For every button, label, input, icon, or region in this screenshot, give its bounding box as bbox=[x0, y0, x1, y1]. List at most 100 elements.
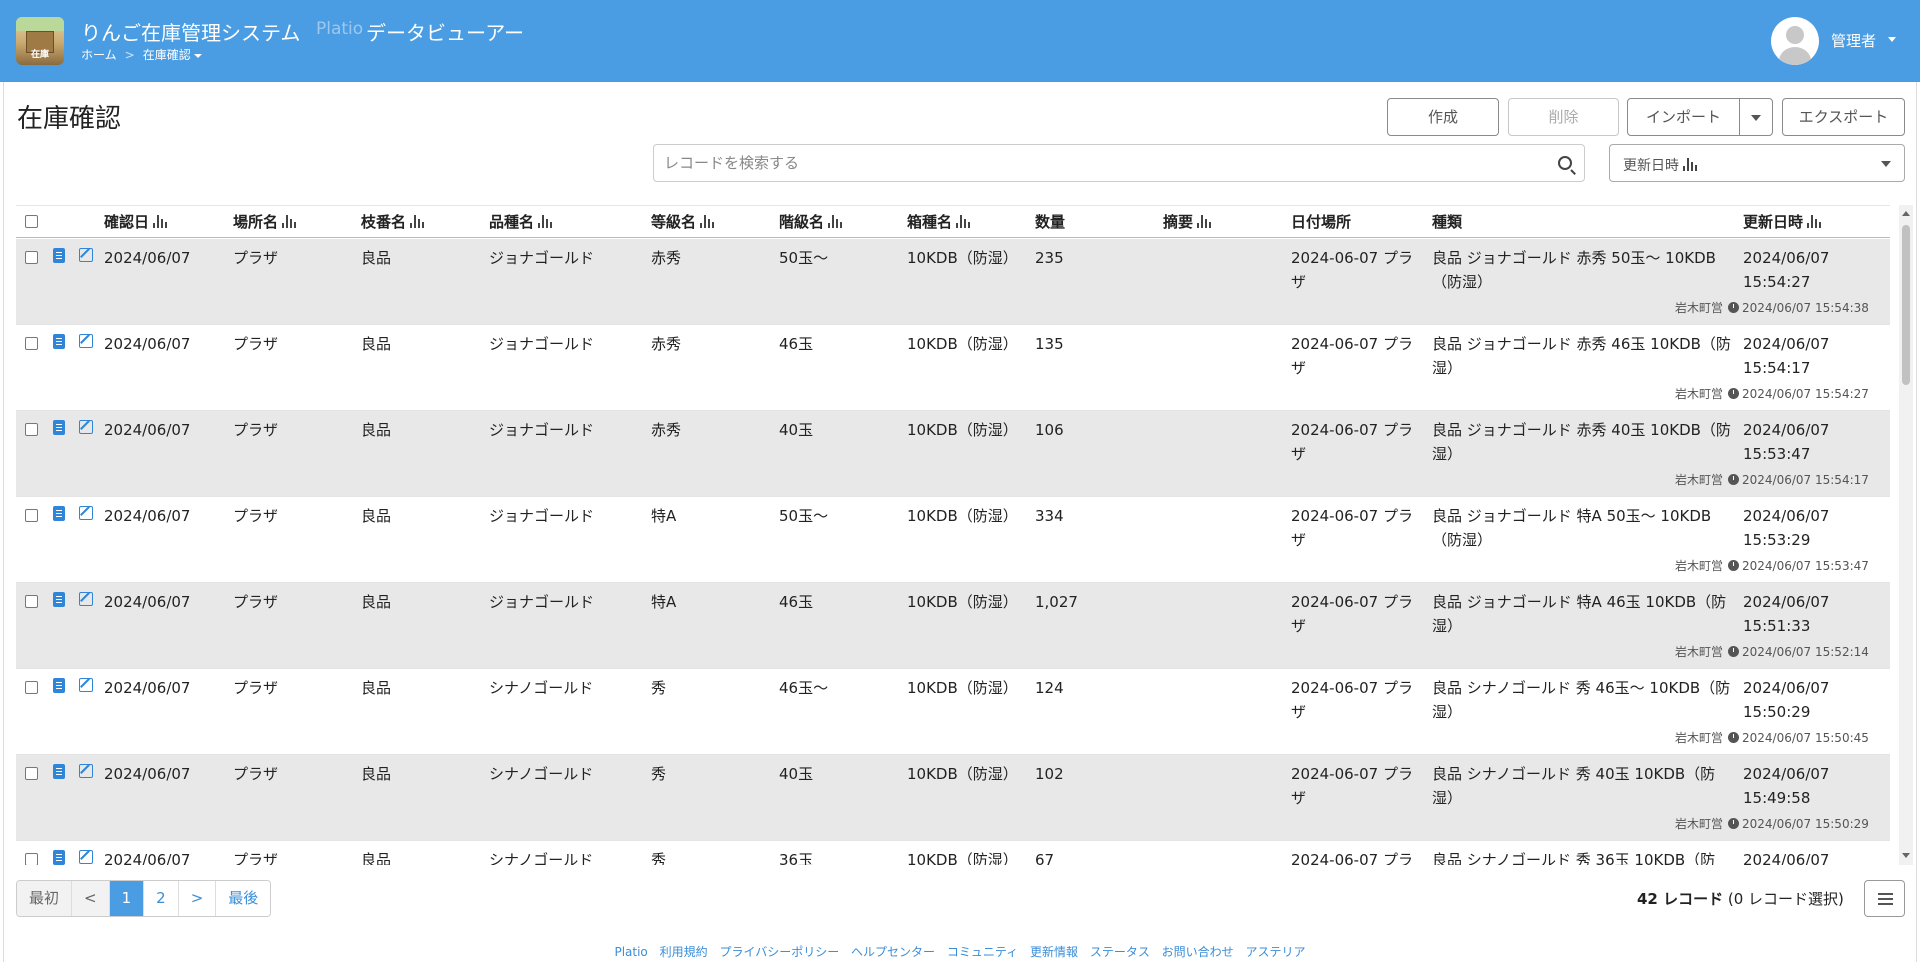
cell-kind: 良品 シナノゴールド 秀 36玉 10KDB（防湿） bbox=[1432, 851, 1716, 865]
row-checkbox[interactable] bbox=[25, 423, 38, 436]
cell-variety: シナノゴールド bbox=[489, 765, 594, 783]
avatar[interactable] bbox=[1771, 17, 1819, 65]
edit-icon[interactable] bbox=[79, 764, 93, 778]
table-row[interactable]: 2024/06/07 プラザ 良品 ジョナゴールド 赤秀 46玉 10KDB（防湿） 135 2… bbox=[16, 325, 1890, 411]
row-checkbox[interactable] bbox=[25, 853, 38, 865]
footer-link[interactable]: 更新情報 bbox=[1030, 945, 1078, 959]
table-row[interactable]: 2024/06/07 プラザ 良品 ジョナゴールド 特A 50玉〜 10KDB（防湿） 334… bbox=[16, 497, 1890, 583]
record-timestamp: 2024/06/07 15:52:14 bbox=[1742, 645, 1869, 659]
breadcrumb-current[interactable]: 在庫確認 bbox=[143, 48, 191, 62]
cell-place: プラザ bbox=[233, 249, 279, 267]
footer-link[interactable]: Platio bbox=[614, 945, 647, 959]
page-2-button[interactable]: 2 bbox=[144, 881, 179, 916]
record-author: 岩木町営 bbox=[1675, 645, 1724, 659]
row-checkbox[interactable] bbox=[25, 509, 38, 522]
column-header[interactable]: 階級名 bbox=[779, 206, 843, 238]
column-header[interactable]: 日付場所 bbox=[1291, 206, 1351, 238]
document-icon[interactable] bbox=[53, 506, 65, 521]
record-author: 岩木町営 bbox=[1675, 731, 1724, 745]
import-button[interactable]: インポート bbox=[1627, 98, 1740, 136]
column-header[interactable]: 確認日 bbox=[104, 206, 168, 238]
footer-link[interactable]: 利用規約 bbox=[660, 945, 708, 959]
table-scrollbar[interactable] bbox=[1899, 205, 1913, 865]
footer-link[interactable]: アステリア bbox=[1246, 945, 1306, 959]
column-header[interactable]: 箱種名 bbox=[907, 206, 971, 238]
create-button[interactable]: 作成 bbox=[1387, 98, 1499, 136]
footer-link[interactable]: ヘルプセンター bbox=[851, 945, 935, 959]
cell-date: 2024/06/07 bbox=[104, 249, 191, 267]
column-header[interactable]: 等級名 bbox=[651, 206, 715, 238]
cell-branch: 良品 bbox=[361, 507, 392, 525]
row-checkbox[interactable] bbox=[25, 337, 38, 350]
sort-select[interactable]: 更新日時 bbox=[1609, 144, 1905, 182]
page-last-button[interactable]: 最後 bbox=[216, 881, 271, 916]
breadcrumb-home[interactable]: ホーム bbox=[81, 48, 117, 62]
row-checkbox[interactable] bbox=[25, 251, 38, 264]
edit-icon[interactable] bbox=[79, 506, 93, 520]
column-header[interactable]: 更新日時 bbox=[1743, 206, 1822, 238]
page-1-button[interactable]: 1 bbox=[109, 881, 145, 916]
column-header[interactable]: 摘要 bbox=[1163, 206, 1212, 238]
row-checkbox[interactable] bbox=[25, 767, 38, 780]
document-icon[interactable] bbox=[53, 334, 65, 349]
menu-button[interactable] bbox=[1864, 880, 1905, 917]
cell-box: 10KDB（防湿） bbox=[907, 851, 1018, 865]
column-header[interactable]: 種類 bbox=[1432, 206, 1462, 238]
edit-icon[interactable] bbox=[79, 334, 93, 348]
document-icon[interactable] bbox=[53, 592, 65, 607]
table-header: 確認日 場所名 枝番名 品種名 等級名 階級名 箱種名 数量 摘要 日付場所 種… bbox=[16, 205, 1890, 238]
table-row[interactable]: 2024/06/07 プラザ 良品 シナノゴールド 秀 36玉 10KDB（防湿） 67 202… bbox=[16, 841, 1890, 865]
footer-link[interactable]: プライバシーポリシー bbox=[719, 945, 839, 959]
column-header[interactable]: 場所名 bbox=[233, 206, 297, 238]
column-header[interactable]: 数量 bbox=[1035, 206, 1065, 238]
search-icon[interactable] bbox=[1558, 156, 1572, 170]
select-all-checkbox[interactable] bbox=[25, 215, 38, 228]
row-checkbox[interactable] bbox=[25, 595, 38, 608]
table-row[interactable]: 2024/06/07 プラザ 良品 シナノゴールド 秀 40玉 10KDB（防湿） 102 20… bbox=[16, 755, 1890, 841]
chevron-down-icon[interactable] bbox=[193, 53, 202, 58]
footer-link[interactable]: コミュニティ bbox=[947, 945, 1018, 959]
chevron-down-icon[interactable] bbox=[1888, 37, 1896, 42]
clock-icon bbox=[1728, 302, 1740, 313]
export-button[interactable]: エクスポート bbox=[1782, 98, 1905, 136]
document-icon[interactable] bbox=[53, 248, 65, 263]
cell-qty: 1,027 bbox=[1035, 593, 1078, 611]
cell-variety: ジョナゴールド bbox=[489, 593, 595, 611]
cell-updated: 2024/06/07 bbox=[1743, 851, 1830, 865]
user-name[interactable]: 管理者 bbox=[1831, 30, 1876, 51]
column-header[interactable]: 品種名 bbox=[489, 206, 553, 238]
records-table: 確認日 場所名 枝番名 品種名 等級名 階級名 箱種名 数量 摘要 日付場所 種… bbox=[16, 205, 1890, 865]
app-title[interactable]: りんご在庫管理システム bbox=[81, 17, 300, 46]
table-row[interactable]: 2024/06/07 プラザ 良品 ジョナゴールド 特A 46玉 10KDB（防湿） 1,02… bbox=[16, 583, 1890, 669]
edit-icon[interactable] bbox=[79, 592, 93, 606]
record-timestamp: 2024/06/07 15:50:29 bbox=[1742, 817, 1869, 831]
table-row[interactable]: 2024/06/07 プラザ 良品 ジョナゴールド 赤秀 50玉〜 10KDB（防湿） 235… bbox=[16, 239, 1890, 325]
delete-button[interactable]: 削除 bbox=[1508, 98, 1619, 136]
search-input[interactable] bbox=[664, 145, 1544, 181]
document-icon[interactable] bbox=[53, 420, 65, 435]
edit-icon[interactable] bbox=[79, 248, 93, 262]
record-timestamp: 2024/06/07 15:54:38 bbox=[1742, 301, 1869, 315]
cell-variety: ジョナゴールド bbox=[489, 249, 595, 267]
document-icon[interactable] bbox=[53, 678, 65, 693]
page-next-button[interactable]: > bbox=[178, 881, 217, 916]
page-first-button[interactable]: 最初 bbox=[17, 881, 73, 916]
cell-class: 46玉〜 bbox=[779, 679, 829, 697]
page-prev-button[interactable]: < bbox=[72, 881, 110, 916]
cell-variety: ジョナゴールド bbox=[489, 335, 595, 353]
edit-icon[interactable] bbox=[79, 850, 93, 864]
table-row[interactable]: 2024/06/07 プラザ 良品 シナノゴールド 秀 46玉〜 10KDB（防湿） 124 2… bbox=[16, 669, 1890, 755]
cell-date: 2024/06/07 bbox=[104, 335, 191, 353]
app-logo[interactable]: 在庫 bbox=[16, 17, 64, 65]
footer-link[interactable]: お問い合わせ bbox=[1162, 945, 1234, 959]
edit-icon[interactable] bbox=[79, 420, 93, 434]
table-row[interactable]: 2024/06/07 プラザ 良品 ジョナゴールド 赤秀 40玉 10KDB（防湿） 106 2… bbox=[16, 411, 1890, 497]
column-header[interactable]: 枝番名 bbox=[361, 206, 425, 238]
footer-link[interactable]: ステータス bbox=[1090, 945, 1150, 959]
document-icon[interactable] bbox=[53, 850, 65, 865]
row-checkbox[interactable] bbox=[25, 681, 38, 694]
import-menu-button[interactable] bbox=[1739, 98, 1773, 136]
document-icon[interactable] bbox=[53, 764, 65, 779]
edit-icon[interactable] bbox=[79, 678, 93, 692]
app-header: 在庫 りんご在庫管理システム Platio データビューアー ホーム > 在庫確認 … bbox=[0, 0, 1920, 82]
